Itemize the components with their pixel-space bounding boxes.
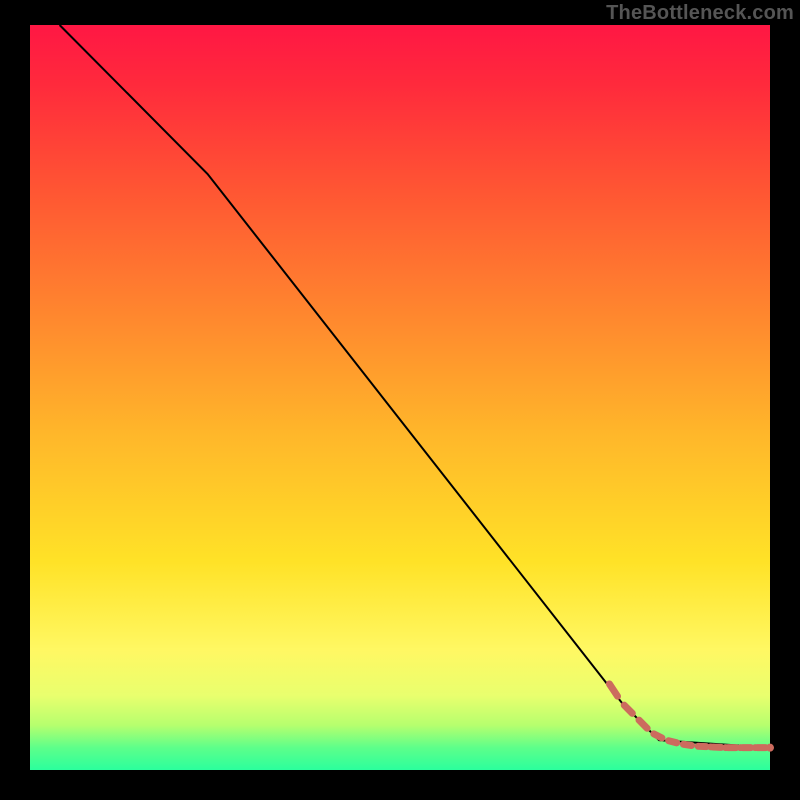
watermark-text: TheBottleneck.com — [606, 2, 794, 25]
chart-frame: TheBottleneck.com — [0, 0, 800, 800]
bottleneck-curve — [60, 25, 770, 748]
chart-svg — [30, 25, 770, 770]
